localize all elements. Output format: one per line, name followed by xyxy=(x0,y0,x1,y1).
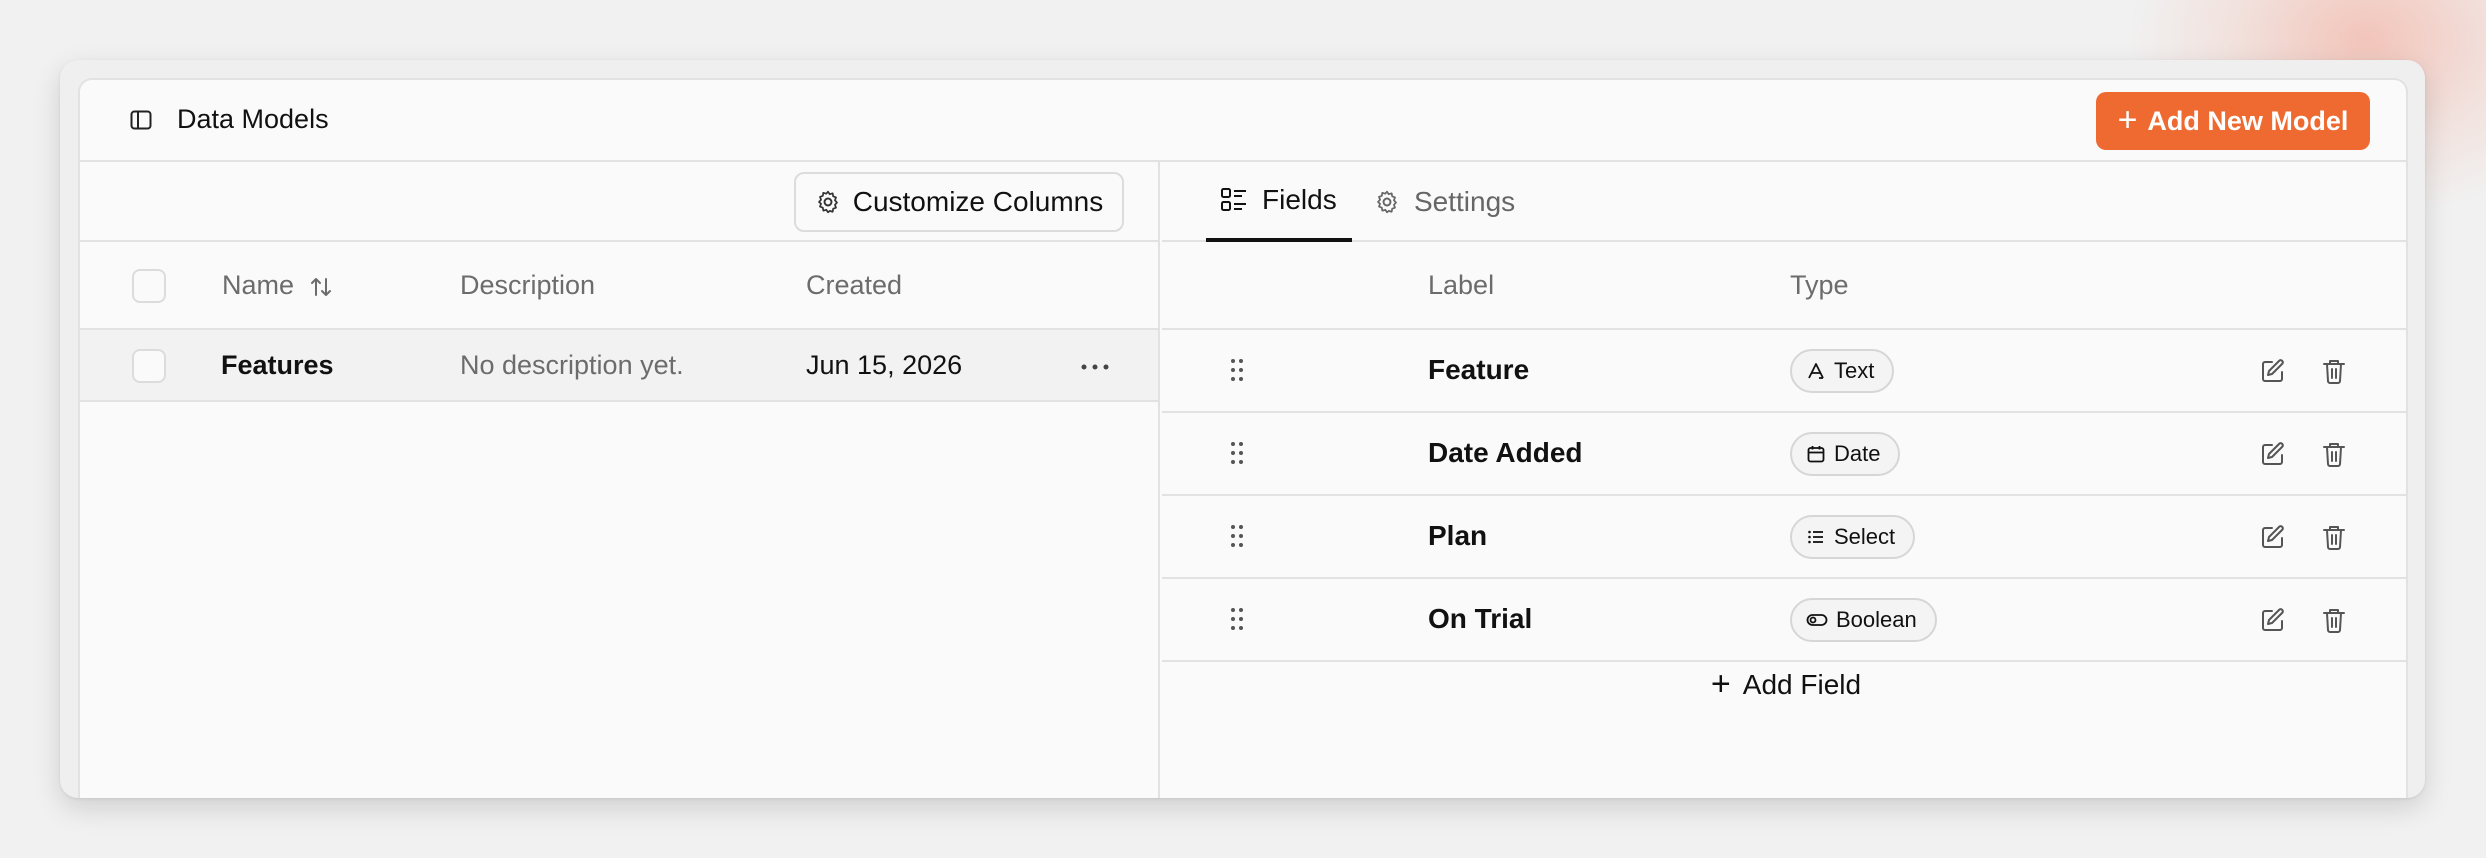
add-new-model-label: Add New Model xyxy=(2147,105,2349,136)
field-label: Date Added xyxy=(1428,437,1583,468)
table-toolbar: Customize Columns xyxy=(80,162,1158,242)
column-header-name[interactable]: Name xyxy=(222,270,334,301)
add-new-model-button[interactable]: + Add New Model xyxy=(2096,92,2370,150)
plus-icon: + xyxy=(2117,100,2138,139)
fields-table-header: Label Type xyxy=(1162,242,2406,330)
calendar-icon xyxy=(1807,446,1825,463)
trash-icon[interactable] xyxy=(2322,358,2346,384)
edit-icon[interactable] xyxy=(2260,524,2286,550)
field-row[interactable]: Feature Text xyxy=(1162,330,2406,413)
gear-icon xyxy=(1377,190,1397,214)
select-all-checkbox[interactable] xyxy=(132,269,166,303)
table-header: Name Description Created xyxy=(80,242,1158,330)
field-label: On Trial xyxy=(1428,603,1533,634)
fields-list-icon xyxy=(1221,188,1246,211)
field-type-label: Text xyxy=(1834,358,1875,383)
tab-bar: Fields Settings xyxy=(1162,162,2406,242)
tab-fields-label: Fields xyxy=(1262,184,1337,215)
field-type-badge: Boolean xyxy=(1790,598,1937,642)
customize-columns-button[interactable]: Customize Columns xyxy=(794,172,1124,232)
model-name[interactable]: Features xyxy=(221,350,334,381)
add-field-button[interactable]: + Add Field xyxy=(1162,640,2406,730)
drag-handle-icon[interactable] xyxy=(1230,441,1244,465)
more-options-icon[interactable] xyxy=(1080,364,1110,370)
sidebar-toggle-icon[interactable] xyxy=(130,110,152,130)
trash-icon[interactable] xyxy=(2322,607,2346,633)
column-header-label: Label xyxy=(1428,270,1495,300)
column-header-created[interactable]: Created xyxy=(806,270,902,301)
trash-icon[interactable] xyxy=(2322,441,2346,467)
toggle-icon xyxy=(1806,614,1828,626)
field-type-badge: Date xyxy=(1790,432,1901,476)
trash-icon[interactable] xyxy=(2322,524,2346,550)
models-table-section: Customize Columns Name Description Creat… xyxy=(80,162,1160,798)
field-row[interactable]: Date Added Date xyxy=(1162,413,2406,496)
text-type-icon xyxy=(1808,363,1824,379)
customize-columns-label: Customize Columns xyxy=(852,186,1104,217)
add-field-label: Add Field xyxy=(1742,669,1862,700)
drag-handle-icon[interactable] xyxy=(1230,524,1244,548)
column-header-type: Type xyxy=(1790,270,1849,300)
edit-icon[interactable] xyxy=(2260,358,2286,384)
field-type-label: Date xyxy=(1834,441,1881,466)
model-created-date: Jun 15, 2026 xyxy=(806,350,963,380)
fields-panel: Fields Settings Label Type Feature Text … xyxy=(1162,162,2406,798)
top-bar: Data Models + Add New Model xyxy=(80,80,2406,162)
edit-icon[interactable] xyxy=(2260,607,2286,633)
row-checkbox[interactable] xyxy=(132,349,166,383)
field-type-label: Select xyxy=(1834,524,1896,549)
plus-icon: + xyxy=(1710,664,1731,703)
field-row[interactable]: Plan Select xyxy=(1162,496,2406,579)
tab-fields[interactable]: Fields xyxy=(1206,162,1352,242)
drag-handle-icon[interactable] xyxy=(1230,607,1244,631)
app-window: Data Models + Add New Model Customize Co… xyxy=(60,60,2425,798)
tab-settings-label: Settings xyxy=(1414,186,1516,217)
sort-icon[interactable] xyxy=(308,274,334,300)
table-row[interactable]: Features No description yet. Jun 15, 202… xyxy=(80,330,1158,402)
field-type-badge: Text xyxy=(1790,349,1895,393)
field-type-badge: Select xyxy=(1790,515,1916,559)
column-header-description[interactable]: Description xyxy=(460,270,595,301)
model-description: No description yet. xyxy=(460,350,684,380)
tab-settings[interactable]: Settings xyxy=(1374,162,1515,242)
list-icon xyxy=(1808,530,1823,544)
field-type-label: Boolean xyxy=(1836,607,1917,632)
gear-icon xyxy=(817,190,838,214)
column-header-name-label: Name xyxy=(222,270,295,300)
drag-handle-icon[interactable] xyxy=(1230,358,1244,382)
data-models-panel: Data Models + Add New Model Customize Co… xyxy=(78,78,2408,798)
field-label: Feature xyxy=(1428,354,1530,385)
page-title: Data Models xyxy=(177,104,329,134)
field-label: Plan xyxy=(1428,520,1488,551)
edit-icon[interactable] xyxy=(2260,441,2286,467)
